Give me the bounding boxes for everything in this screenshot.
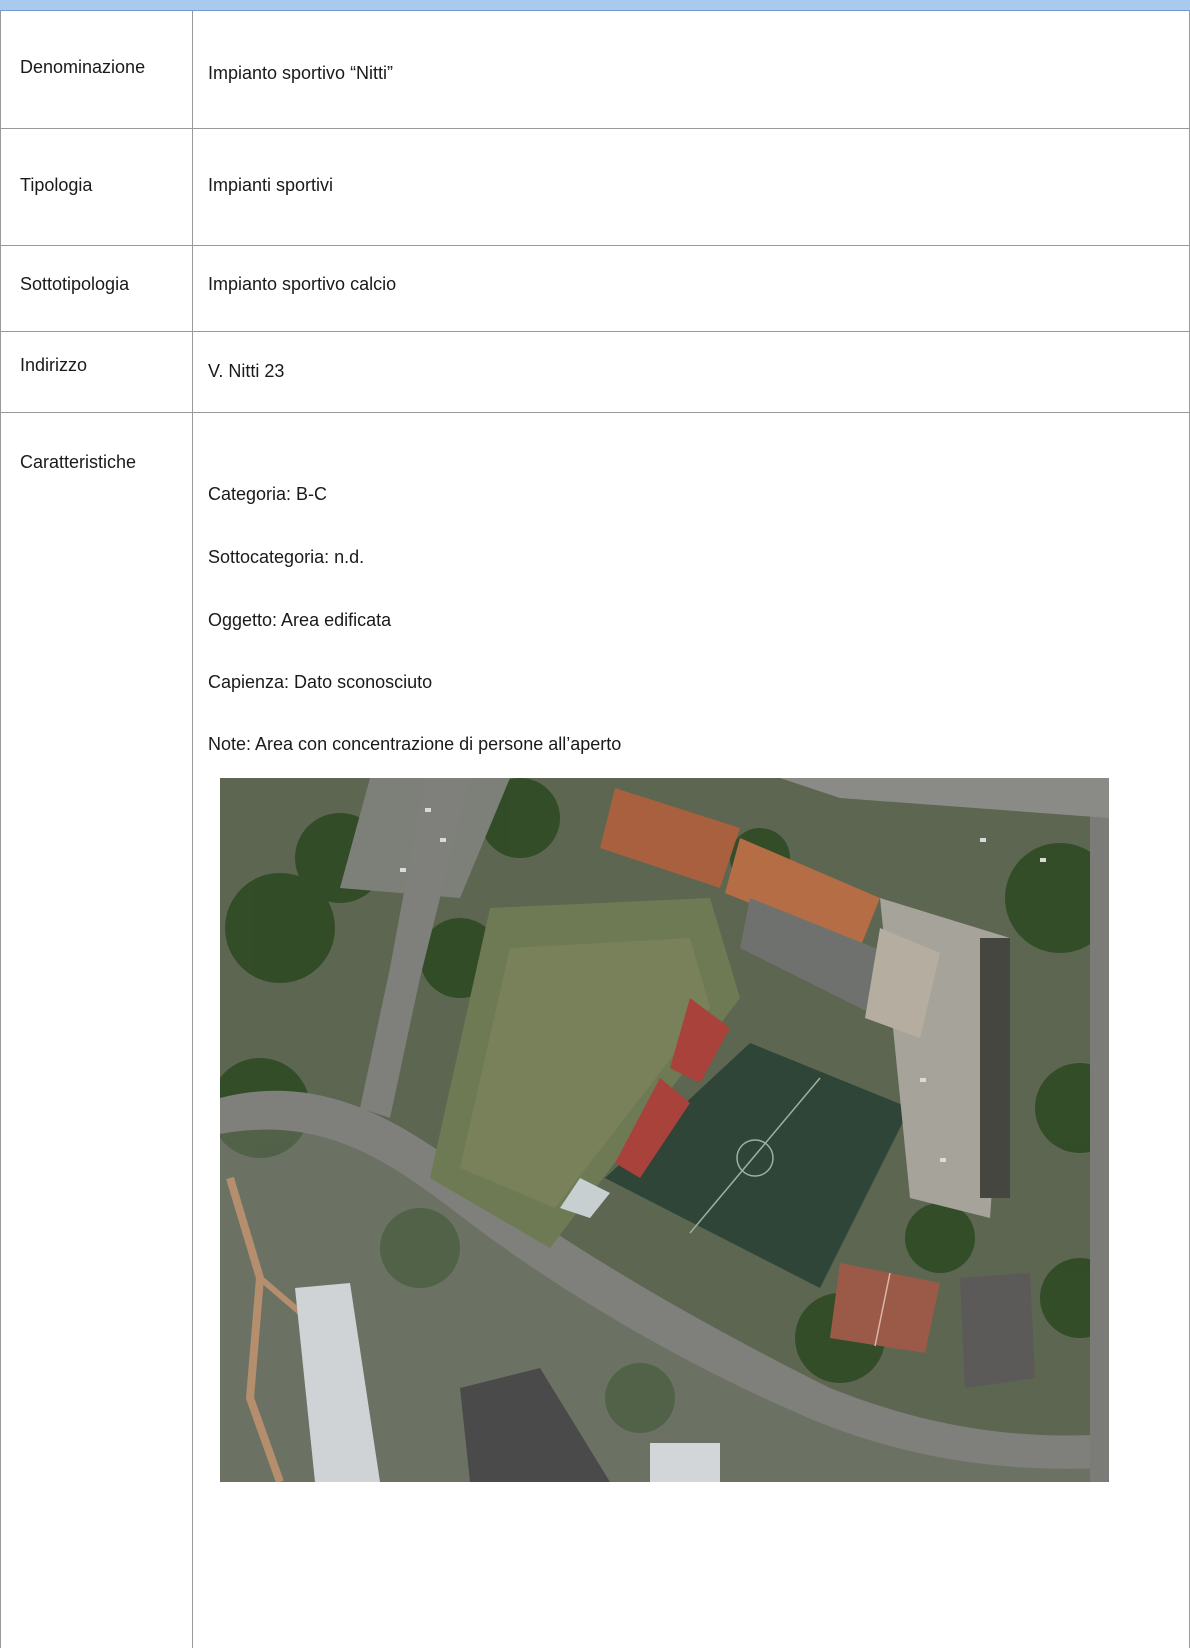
- aerial-photo-illustration: [220, 778, 1109, 1482]
- table-row-denominazione: Denominazione Impianto sportivo “Nitti”: [0, 11, 1190, 129]
- feature-categoria: Categoria: B-C: [208, 484, 328, 504]
- row-value: Impianti sportivi: [208, 175, 334, 195]
- feature-sottocategoria: Sottocategoria: n.d.: [208, 547, 365, 567]
- document-page: Denominazione Impianto sportivo “Nitti” …: [0, 0, 1190, 1648]
- table-row-tipologia: Tipologia Impianti sportivi: [0, 129, 1190, 246]
- row-value: Impianto sportivo “Nitti”: [208, 63, 394, 83]
- row-label: Caratteristiche: [20, 452, 137, 472]
- feature-capienza: Capienza: Dato sconosciuto: [208, 672, 433, 692]
- feature-note: Note: Area con concentrazione di persone…: [208, 734, 622, 754]
- row-label: Sottotipologia: [20, 274, 130, 294]
- feature-oggetto: Oggetto: Area edificata: [208, 610, 392, 630]
- row-value: Impianto sportivo calcio: [208, 274, 397, 294]
- row-label: Tipologia: [20, 175, 93, 195]
- table-header-band: [0, 0, 1190, 11]
- row-value: V. Nitti 23: [208, 361, 285, 381]
- table-row-sottotipologia: Sottotipologia Impianto sportivo calcio: [0, 246, 1190, 332]
- aerial-photo: [220, 778, 1109, 1482]
- table-row-indirizzo: Indirizzo V. Nitti 23: [0, 332, 1190, 413]
- row-label: Denominazione: [20, 57, 146, 77]
- row-label: Indirizzo: [20, 355, 88, 375]
